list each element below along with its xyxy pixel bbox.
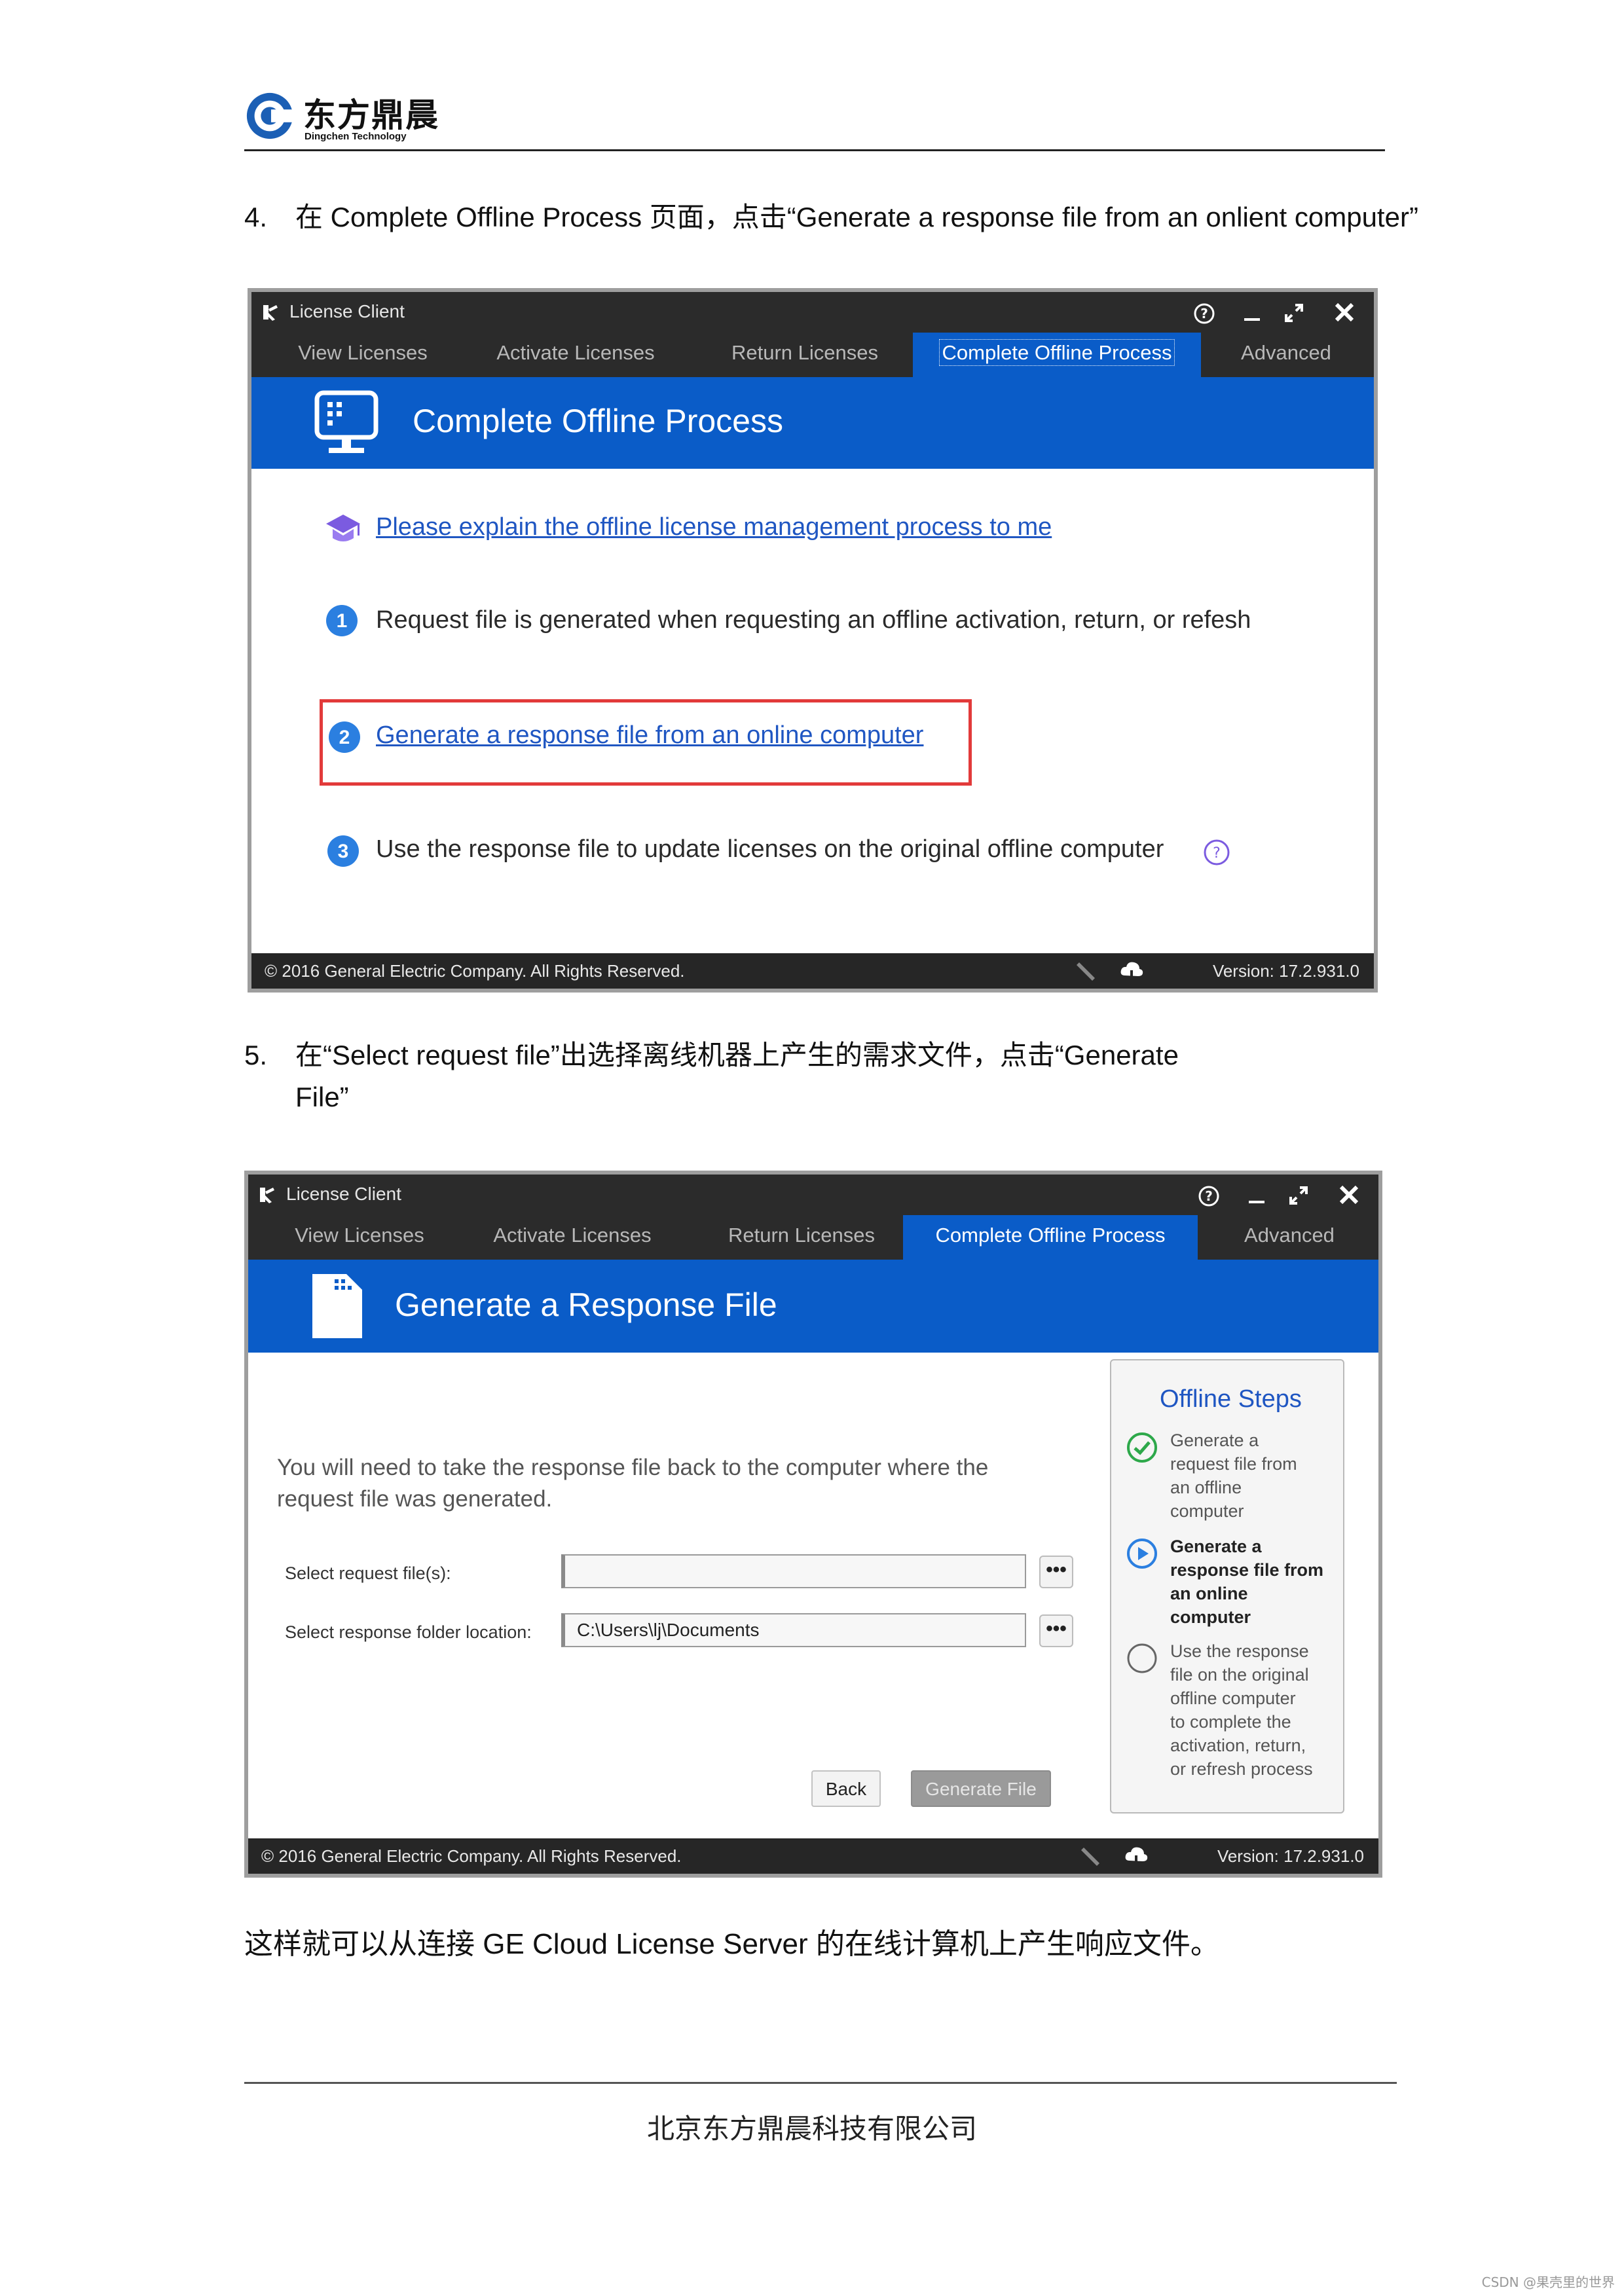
step-1-text: Request file is generated when requestin… bbox=[376, 606, 1251, 634]
page-title: Generate a Response File bbox=[395, 1286, 777, 1323]
step-5-number: 5. bbox=[244, 1040, 268, 1070]
company-logo-icon bbox=[246, 92, 295, 139]
cloud-download-icon[interactable] bbox=[1118, 958, 1145, 985]
step-4-paragraph: 4. 在 Complete Offline Process 页面，点击“Gene… bbox=[244, 196, 1418, 238]
page-banner: Complete Offline Process bbox=[251, 377, 1374, 469]
generate-response-file-link[interactable]: Generate a response file from an online … bbox=[376, 721, 923, 750]
step-3-number-icon: 3 bbox=[327, 835, 359, 867]
footer-company: 北京东方鼎晨科技有限公司 bbox=[646, 2113, 977, 2145]
version-text: Version: 17.2.931.0 bbox=[1217, 1846, 1364, 1866]
tab-view-licenses[interactable]: View Licenses bbox=[261, 1215, 458, 1260]
request-file-input[interactable] bbox=[561, 1554, 1026, 1588]
version-text: Version: 17.2.931.0 bbox=[1212, 961, 1359, 981]
offline-step-1: Generate a request file from an offline … bbox=[1170, 1430, 1297, 1521]
offline-steps-panel: Offline Steps Generate a request file fr… bbox=[1110, 1359, 1344, 1813]
tab-advanced[interactable]: Advanced bbox=[1208, 333, 1365, 377]
back-button[interactable]: Back bbox=[811, 1770, 881, 1807]
empty-circle-icon bbox=[1127, 1643, 1157, 1673]
generate-file-button[interactable]: Generate File bbox=[911, 1770, 1051, 1807]
offline-steps-title: Offline Steps bbox=[1160, 1385, 1302, 1413]
help-circle-icon[interactable]: ? bbox=[1202, 838, 1231, 867]
tab-complete-offline-process[interactable]: Complete Offline Process bbox=[913, 333, 1201, 377]
svg-text:2: 2 bbox=[339, 727, 350, 748]
license-client-icon bbox=[263, 305, 278, 321]
status-bar: © 2016 General Electric Company. All Rig… bbox=[251, 953, 1374, 989]
browse-response-button[interactable]: ••• bbox=[1039, 1614, 1073, 1647]
step-4-text: 在 Complete Offline Process 页面，点击“Generat… bbox=[295, 202, 1418, 232]
svg-text:?: ? bbox=[1200, 306, 1208, 321]
document-header: 东方鼎晨 Dingchen Technology bbox=[244, 86, 1385, 151]
step-3-text: Use the response file to update licenses… bbox=[376, 835, 1164, 863]
cloud-download-icon[interactable] bbox=[1123, 1844, 1149, 1870]
play-circle-icon bbox=[1127, 1539, 1157, 1569]
copyright-text: © 2016 General Electric Company. All Rig… bbox=[265, 961, 685, 981]
step-4-number: 4. bbox=[244, 202, 268, 232]
tab-view-licenses[interactable]: View Licenses bbox=[265, 333, 461, 377]
graduation-cap-icon bbox=[326, 515, 360, 541]
browse-request-button[interactable]: ••• bbox=[1039, 1556, 1073, 1588]
minimize-icon[interactable] bbox=[1245, 1184, 1268, 1207]
pen-icon bbox=[1077, 962, 1095, 981]
status-bar: © 2016 General Electric Company. All Rig… bbox=[248, 1838, 1378, 1874]
monitor-icon bbox=[314, 390, 378, 453]
tab-complete-offline-process[interactable]: Complete Offline Process bbox=[903, 1215, 1198, 1260]
tab-bar: View Licenses Activate Licenses Return L… bbox=[248, 1215, 1378, 1260]
watermark: CSDN @果壳里的世界 bbox=[1481, 2274, 1615, 2290]
step-2-number-icon: 2 bbox=[329, 721, 360, 753]
tab-activate-licenses[interactable]: Activate Licenses bbox=[464, 1215, 680, 1260]
license-client-icon bbox=[260, 1188, 274, 1203]
maximize-icon[interactable] bbox=[1282, 301, 1306, 325]
svg-text:3: 3 bbox=[338, 841, 349, 862]
svg-text:?: ? bbox=[1205, 1188, 1213, 1204]
tab-return-licenses[interactable]: Return Licenses bbox=[697, 333, 913, 377]
closing-paragraph: 这样就可以从连接 GE Cloud License Server 的在线计算机上… bbox=[244, 1928, 1219, 1960]
svg-text:1: 1 bbox=[337, 610, 348, 632]
tab-bar: View Licenses Activate Licenses Return L… bbox=[251, 333, 1374, 377]
close-icon[interactable] bbox=[1332, 300, 1357, 325]
copyright-text: © 2016 General Electric Company. All Rig… bbox=[261, 1846, 682, 1866]
tab-advanced[interactable]: Advanced bbox=[1211, 1215, 1368, 1260]
offline-step-3: Use the response file on the original of… bbox=[1170, 1641, 1313, 1779]
help-icon[interactable]: ? bbox=[1198, 1185, 1220, 1207]
window-title: License Client bbox=[289, 301, 405, 321]
explain-process-link[interactable]: Please explain the offline license manag… bbox=[376, 513, 1052, 541]
page-title: Complete Offline Process bbox=[413, 403, 783, 439]
titlebar: License Client ? bbox=[248, 1175, 1378, 1215]
logo-text-cn: 东方鼎晨 bbox=[303, 96, 439, 134]
license-client-window-2: License Client ? View Licenses Activate … bbox=[244, 1171, 1382, 1878]
tab-activate-licenses[interactable]: Activate Licenses bbox=[468, 333, 684, 377]
titlebar: License Client ? bbox=[251, 292, 1374, 333]
offline-step-2: Generate a response file from an online … bbox=[1170, 1537, 1324, 1627]
response-folder-label: Select response folder location: bbox=[285, 1622, 532, 1642]
footer-divider bbox=[244, 2082, 1397, 2084]
close-icon[interactable] bbox=[1337, 1182, 1361, 1207]
page-banner: Generate a Response File bbox=[248, 1260, 1378, 1353]
step-5-text-line1: 在“Select request file”出选择离线机器上产生的需求文件，点击… bbox=[295, 1040, 1179, 1070]
step-5-text-line2: File” bbox=[295, 1082, 349, 1112]
window-title: License Client bbox=[286, 1184, 401, 1204]
logo-text-en: Dingchen Technology bbox=[304, 131, 407, 142]
step-1-number-icon: 1 bbox=[326, 605, 358, 636]
svg-text:?: ? bbox=[1213, 845, 1221, 862]
pen-icon bbox=[1081, 1848, 1099, 1866]
instruction-text-line1: You will need to take the response file … bbox=[277, 1455, 989, 1480]
response-folder-input[interactable]: C:\Users\lj\Documents bbox=[561, 1613, 1026, 1647]
request-file-label: Select request file(s): bbox=[285, 1563, 451, 1583]
tab-return-licenses[interactable]: Return Licenses bbox=[693, 1215, 910, 1260]
instruction-text-line2: request file was generated. bbox=[277, 1486, 553, 1512]
check-circle-icon bbox=[1127, 1432, 1157, 1463]
minimize-icon[interactable] bbox=[1240, 301, 1264, 325]
step-5-paragraph: 5. 在“Select request file”出选择离线机器上产生的需求文件… bbox=[244, 1034, 1397, 1118]
document-icon bbox=[312, 1274, 362, 1338]
license-client-window-1: License Client ? View Licenses Activate … bbox=[248, 288, 1378, 993]
maximize-icon[interactable] bbox=[1287, 1184, 1310, 1207]
help-icon[interactable]: ? bbox=[1193, 302, 1215, 325]
